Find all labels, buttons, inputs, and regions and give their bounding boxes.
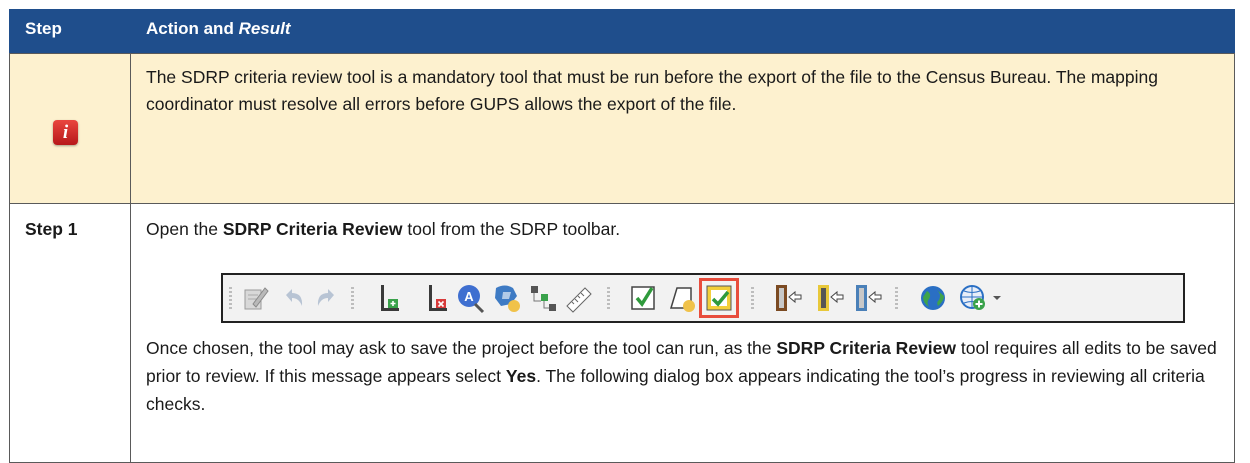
header-action-text: Action and [146,19,239,38]
step1-label-cell [9,203,131,463]
step1-label: Step 1 [25,219,78,239]
attribute-search-icon[interactable]: A [455,282,487,314]
note-text: The SDRP criteria review tool is a manda… [146,67,1158,114]
toolbar-separator [895,287,898,311]
edit-icon[interactable] [239,282,271,314]
svg-text:A: A [464,289,474,304]
step1-paragraph: Once chosen, the tool may ask to save th… [146,334,1221,418]
step1-text-b: tool from the SDRP toolbar. [402,219,621,239]
toolbar-separator [607,287,610,311]
step1-instruction: Open the SDRP Criteria Review tool from … [146,216,1221,243]
toolbar-separator [751,287,754,311]
header-action: Action and Result [146,19,291,39]
add-globe-icon[interactable] [957,282,989,314]
header-result-text: Result [238,19,291,38]
info-icon: i [53,120,78,145]
redo-icon[interactable] [311,282,343,314]
topology-icon[interactable] [527,282,559,314]
header-step: Step [25,19,62,38]
step1-tool-name: SDRP Criteria Review [222,219,403,239]
export-zip-icon[interactable] [813,282,845,314]
add-layer-icon[interactable] [373,282,405,314]
check-icon[interactable] [627,282,659,314]
criteria-review-icon[interactable] [703,282,735,314]
undo-icon[interactable] [277,282,309,314]
step1-text-a: Open the [146,219,223,239]
sdrp-toolbar: A [221,273,1185,323]
globe-icon[interactable] [917,282,949,314]
toolbar-grip [229,287,232,311]
export-icon[interactable] [771,282,803,314]
export-arrow-icon[interactable] [851,282,883,314]
para-yes: Yes [505,366,537,386]
new-shape-icon[interactable] [665,282,697,314]
para-tool-name: SDRP Criteria Review [776,338,956,358]
remove-layer-icon[interactable] [421,282,453,314]
block-assign-icon[interactable] [491,282,523,314]
toolbar-separator [351,287,354,311]
chevron-down-icon[interactable] [991,282,1003,314]
measure-icon[interactable] [563,282,595,314]
para-text-a: Once chosen, the tool may ask to save th… [146,338,777,358]
